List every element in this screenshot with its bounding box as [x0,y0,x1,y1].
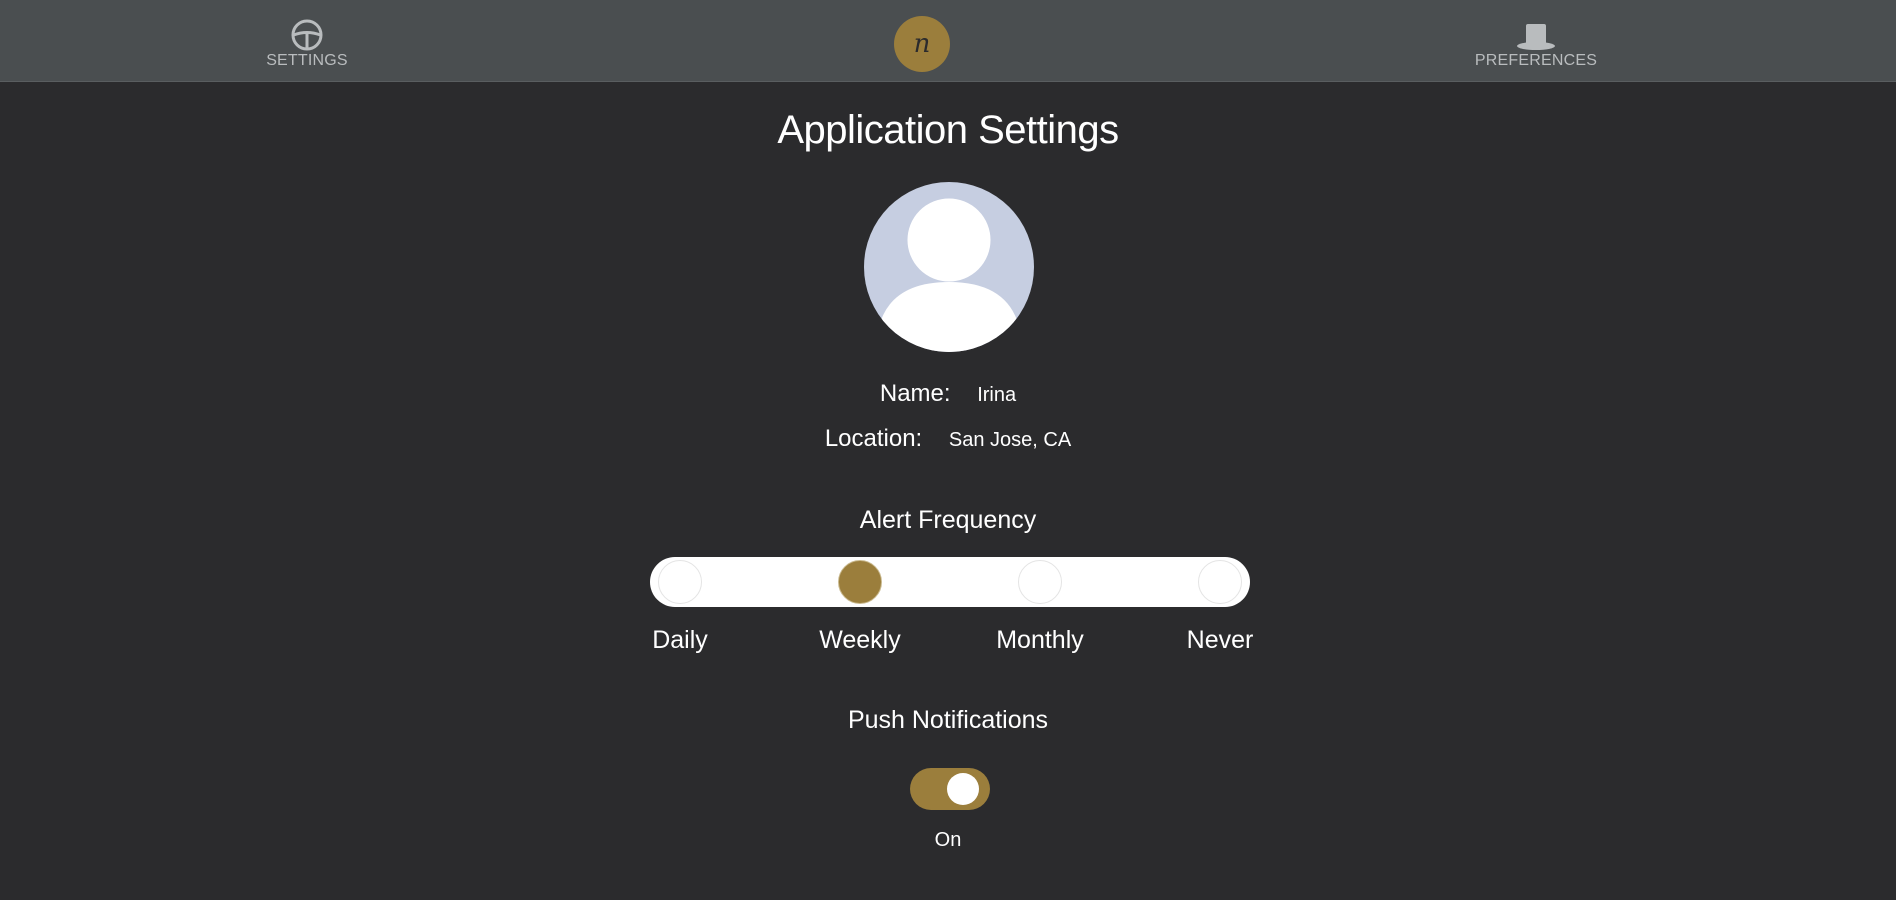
frequency-label-daily[interactable]: Daily [620,626,740,655]
alert-frequency-labels: Daily Weekly Monthly Never [650,626,1253,656]
nav-settings[interactable]: SETTINGS [227,18,387,70]
location-value: San Jose, CA [948,429,1072,451]
brand-logo[interactable]: n [894,16,950,72]
frequency-label-never[interactable]: Never [1160,626,1280,655]
frequency-option-never[interactable] [1198,560,1242,604]
frequency-option-daily[interactable] [658,560,702,604]
location-label: Location: [824,425,923,452]
push-notifications-status: On [934,829,962,851]
alert-frequency-slider[interactable] [650,557,1250,607]
alert-frequency-title: Alert Frequency [859,506,1037,534]
nav-preferences-label: PREFERENCES [1474,52,1598,69]
name-value: Irina [977,384,1017,406]
name-label: Name: [879,380,951,407]
frequency-option-weekly[interactable] [838,560,882,604]
toggle-knob [947,773,979,805]
main-content: Application Settings Name: Irina Locatio… [0,82,1896,900]
top-nav-bar: SETTINGS n PREFERENCES [0,0,1896,82]
top-hat-icon [1456,18,1616,52]
frequency-option-monthly[interactable] [1018,560,1062,604]
user-avatar-icon [864,182,1034,352]
nav-settings-label: SETTINGS [266,52,348,69]
profile-location-row: Location: San Jose, CA [0,425,1896,453]
page-title: Application Settings [777,108,1119,152]
frequency-label-weekly[interactable]: Weekly [800,626,920,655]
frequency-label-monthly[interactable]: Monthly [980,626,1100,655]
profile-name-row: Name: Irina [0,380,1896,408]
push-notifications-title: Push Notifications [847,706,1049,734]
steering-wheel-icon [227,18,387,52]
logo-letter: n [914,29,931,59]
push-notifications-toggle[interactable] [910,768,990,810]
nav-preferences[interactable]: PREFERENCES [1456,18,1616,70]
